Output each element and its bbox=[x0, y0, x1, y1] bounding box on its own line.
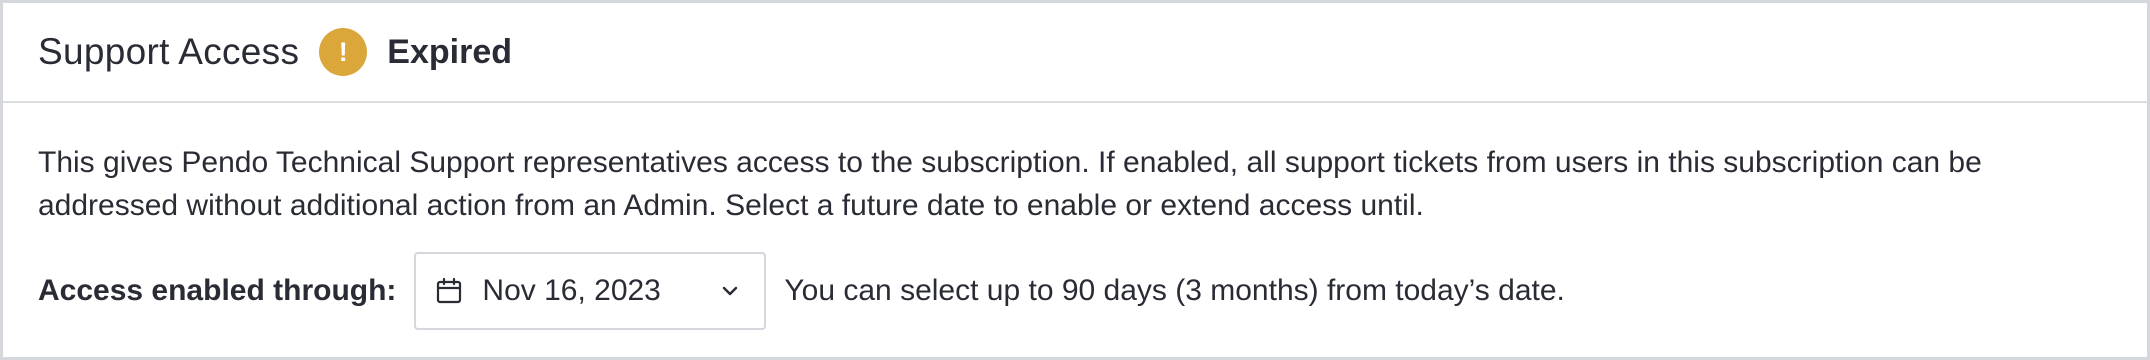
access-enabled-label: Access enabled through: bbox=[38, 274, 397, 307]
exclamation-circle-icon: ! bbox=[319, 28, 368, 76]
card-header: Support Access ! Expired bbox=[3, 3, 2147, 103]
access-row: Access enabled through: Nov 16, 2023 You… bbox=[38, 252, 2112, 330]
description-text: This gives Pendo Technical Support repre… bbox=[38, 146, 1982, 222]
date-picker[interactable]: Nov 16, 2023 bbox=[414, 252, 767, 330]
status-label: Expired bbox=[387, 32, 513, 71]
calendar-icon bbox=[434, 276, 464, 306]
support-access-card: Support Access ! Expired This gives Pend… bbox=[0, 0, 2150, 360]
date-value: Nov 16, 2023 bbox=[482, 274, 661, 307]
chevron-down-icon bbox=[718, 279, 742, 303]
card-body: This gives Pendo Technical Support repre… bbox=[3, 103, 2147, 330]
helper-text: You can select up to 90 days (3 months) … bbox=[784, 274, 1565, 307]
section-title: Support Access bbox=[38, 31, 300, 72]
